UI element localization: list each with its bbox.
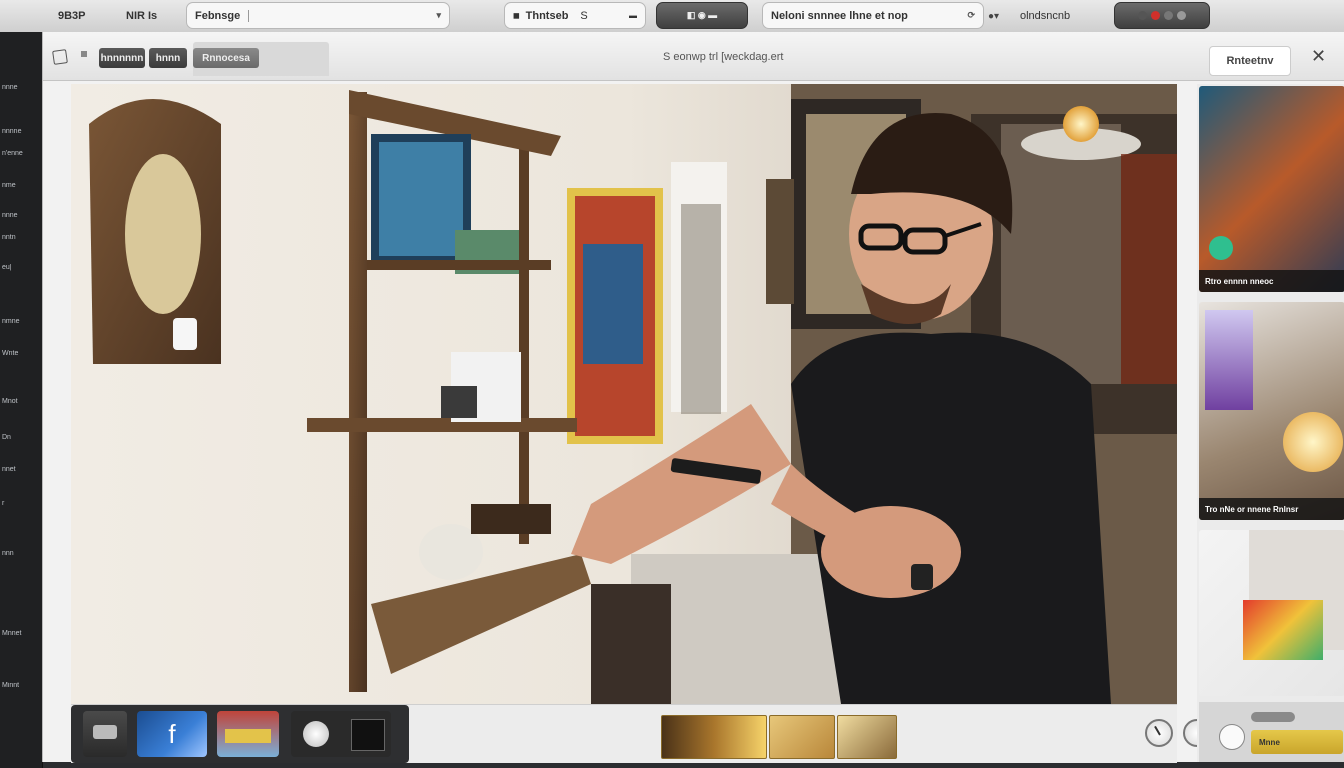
top-bar-label-right: olndsncnb <box>1020 0 1070 32</box>
preview-card-3[interactable] <box>1199 530 1344 696</box>
top-bar-text-2: NIR Is <box>126 10 158 22</box>
sidebar-item[interactable]: Mnot <box>2 398 38 405</box>
brand-icon: f <box>168 719 176 749</box>
photo-illustration <box>71 84 1177 704</box>
sidebar-item[interactable]: r <box>2 500 38 507</box>
sidebar-item[interactable]: nnet <box>2 466 38 473</box>
right-panel-controls: Mnne <box>1199 702 1344 762</box>
monitor-icon <box>1205 310 1253 410</box>
dial-icon[interactable] <box>1145 719 1173 747</box>
right-action-button[interactable]: Rnteetnv <box>1209 46 1291 76</box>
top-bar-text-1: 9B3P <box>58 10 86 22</box>
panel-icon <box>351 719 385 751</box>
app-dock: f <box>71 705 409 763</box>
timeline-clip-1[interactable] <box>661 715 767 759</box>
reload-icon[interactable]: ⟳ <box>967 10 975 21</box>
sidebar-item[interactable]: eu| <box>2 264 38 271</box>
toolbar-button-1[interactable]: hnnnnnn <box>99 48 145 68</box>
media-controls[interactable] <box>1114 2 1210 29</box>
camera-control[interactable]: ◧ ◉ ▬ <box>656 2 748 29</box>
bottom-action-button[interactable]: Mnne <box>1251 730 1343 754</box>
sidebar-item[interactable]: Dn <box>2 434 38 441</box>
preview-card-1-label: Rtro ennnn nneoc <box>1199 270 1344 292</box>
dock-app-3[interactable] <box>217 711 279 757</box>
top-bar-label-1: 9B3P <box>58 0 86 32</box>
tab-pill-label: Thntseb <box>525 9 569 22</box>
preview-card-1[interactable]: Rtro ennnn nneoc <box>1199 86 1344 292</box>
sidebar-item[interactable]: nnne <box>2 212 38 219</box>
monitor-icon <box>93 725 117 739</box>
sidebar-item[interactable]: nnnne <box>2 128 38 135</box>
prism-icon <box>1243 600 1323 660</box>
dial-needle <box>1154 725 1161 736</box>
main-window: hnnnnnn hnnn Rnnocesa S eonwp trl [weckd… <box>42 32 1344 763</box>
sidebar-item[interactable]: Minnt <box>2 682 38 689</box>
page-title: S eonwp trl [weckdag.ert <box>663 51 784 63</box>
sidebar-item[interactable]: nme <box>2 182 38 189</box>
address-field[interactable]: Neloni snnnee lhne et nop ⟳ <box>762 2 984 29</box>
chevron-down-icon[interactable]: ▾ <box>436 10 441 21</box>
timeline-clip-2[interactable] <box>769 715 835 759</box>
sidebar-item[interactable]: Wnte <box>2 350 38 357</box>
small-square-icon <box>81 51 87 57</box>
lamp-icon <box>1283 412 1343 472</box>
address-field-value: Neloni snnnee lhne et nop <box>771 9 908 22</box>
preview-card-2-label: Tro nNe or nnene Rnlnsr <box>1199 498 1344 520</box>
dock-app-2[interactable]: f <box>137 711 207 757</box>
sidebar-item[interactable]: nntn <box>2 234 38 241</box>
camera-icon: ◧ ◉ ▬ <box>686 10 718 20</box>
tab-pill-suffix: S <box>580 9 588 22</box>
sidebar-item[interactable]: Mnnet <box>2 630 38 637</box>
control-dot-2-icon <box>1164 11 1173 20</box>
sidebar-item[interactable]: nmne <box>2 318 38 325</box>
tab-close-icon[interactable]: ▬ <box>629 11 637 20</box>
bottom-toolbar: f <box>71 704 1211 763</box>
main-photo <box>71 84 1177 704</box>
search-field[interactable]: Febnsge ▾ <box>186 2 450 29</box>
sidebar-item[interactable]: nnne <box>2 84 38 91</box>
preview-card-2[interactable]: Tro nNe or nnene Rnlnsr <box>1199 302 1344 520</box>
record-icon[interactable]: ●▾ <box>988 0 999 32</box>
tab-pill[interactable]: ◼ Thntseb S ▬ <box>504 2 646 29</box>
toggle-knob[interactable] <box>1219 724 1245 750</box>
record-dot-icon[interactable] <box>1151 11 1160 20</box>
timeline-clip-3[interactable] <box>837 715 897 759</box>
right-panel: Rtro ennnn nneoc Tro nNe or nnene Rnlnsr… <box>1197 84 1344 762</box>
toolbar-button-2[interactable]: hnnn <box>149 48 187 68</box>
toolbar-button-3[interactable]: Rnnocesa <box>193 48 259 68</box>
dock-app-4[interactable] <box>291 711 391 757</box>
slider-track[interactable] <box>1251 712 1295 722</box>
top-bar-right-text: olndsncnb <box>1020 10 1071 22</box>
top-bar-label-2[interactable]: NIR Is <box>126 0 157 32</box>
control-dot-1-icon <box>1138 11 1147 20</box>
square-icon[interactable] <box>52 49 68 65</box>
window-toolbar: hnnnnnn hnnn Rnnocesa S eonwp trl [weckd… <box>43 32 1344 81</box>
sidebar-item[interactable]: nnn <box>2 550 38 557</box>
top-bar: 9B3P NIR Is Febnsge ▾ ◼ Thntseb S ▬ ◧ ◉ … <box>0 0 1344 33</box>
close-icon[interactable]: ✕ <box>1311 46 1326 67</box>
camera-icon <box>303 721 329 747</box>
search-field-value: Febnsge <box>195 9 250 22</box>
sidebar-item[interactable]: n'enne <box>2 150 38 157</box>
left-sidebar: nnne nnnne n'enne nme nnne nntn eu| nmne… <box>0 32 43 768</box>
play-icon[interactable] <box>1209 236 1233 260</box>
control-dot-3-icon <box>1177 11 1186 20</box>
tab-icon: ◼ <box>513 11 520 20</box>
image-icon <box>225 729 271 743</box>
dock-app-1[interactable] <box>83 711 127 757</box>
